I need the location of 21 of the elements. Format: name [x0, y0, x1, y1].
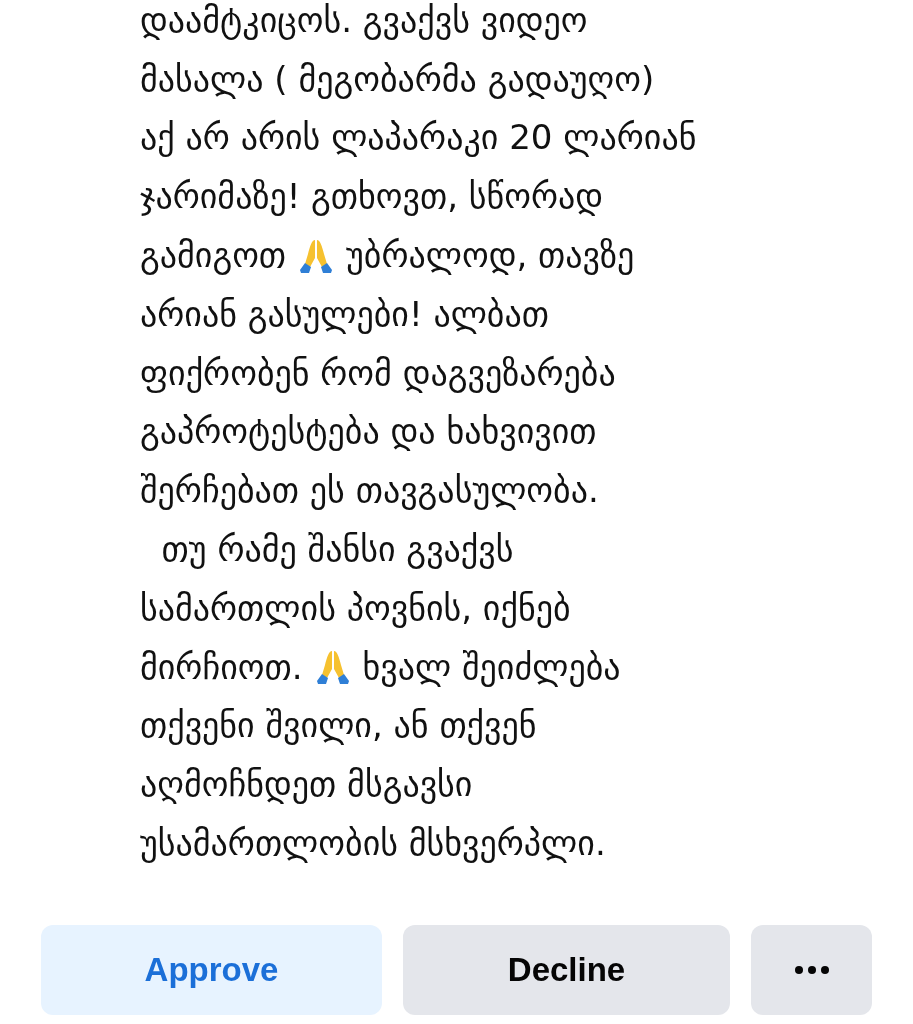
post-text: თქვენი შვილი, ან თქვენ — [140, 704, 537, 748]
more-icon — [794, 965, 829, 974]
post-text: დაამტკიცოს. გვაქვს ვიდეო — [140, 0, 588, 42]
post-text: ფიქრობენ რომ დაგვეზარება — [140, 351, 616, 395]
post-text: თუ რამე შანსი გვაქვს — [160, 528, 514, 572]
post-text: სამართლის პოვნის, იქნებ — [140, 586, 571, 630]
approve-button[interactable]: Approve — [41, 924, 382, 1015]
post-text: აღმოჩნდეთ მსგავსი — [140, 763, 473, 807]
post-text: უბრალოდ, თავზე — [346, 234, 635, 278]
more-button[interactable] — [751, 924, 872, 1015]
decline-button[interactable]: Decline — [403, 924, 730, 1015]
post-text: არიან გასულები! ალბათ — [140, 292, 549, 336]
post-text: გაპროტესტება და ხახვივით — [140, 410, 597, 454]
post-text: შერჩებათ ეს თავგასულობა. — [140, 469, 599, 513]
post-text: გამიგოთ — [140, 234, 287, 278]
post-text: უსამართლობის მსხვერპლი. — [140, 822, 606, 866]
post-text: ჯარიმაზე! გთხოვთ, სწორად — [140, 175, 604, 219]
post-text: მასალა ( მეგობარმა გადაუღო) — [140, 57, 655, 101]
post-text: აქ არ არის ლაპარაკი 20 ლარიან — [140, 116, 697, 160]
post-text: ხვალ შეიძლება — [362, 645, 621, 689]
post-text: მირჩიოთ. — [140, 645, 303, 689]
